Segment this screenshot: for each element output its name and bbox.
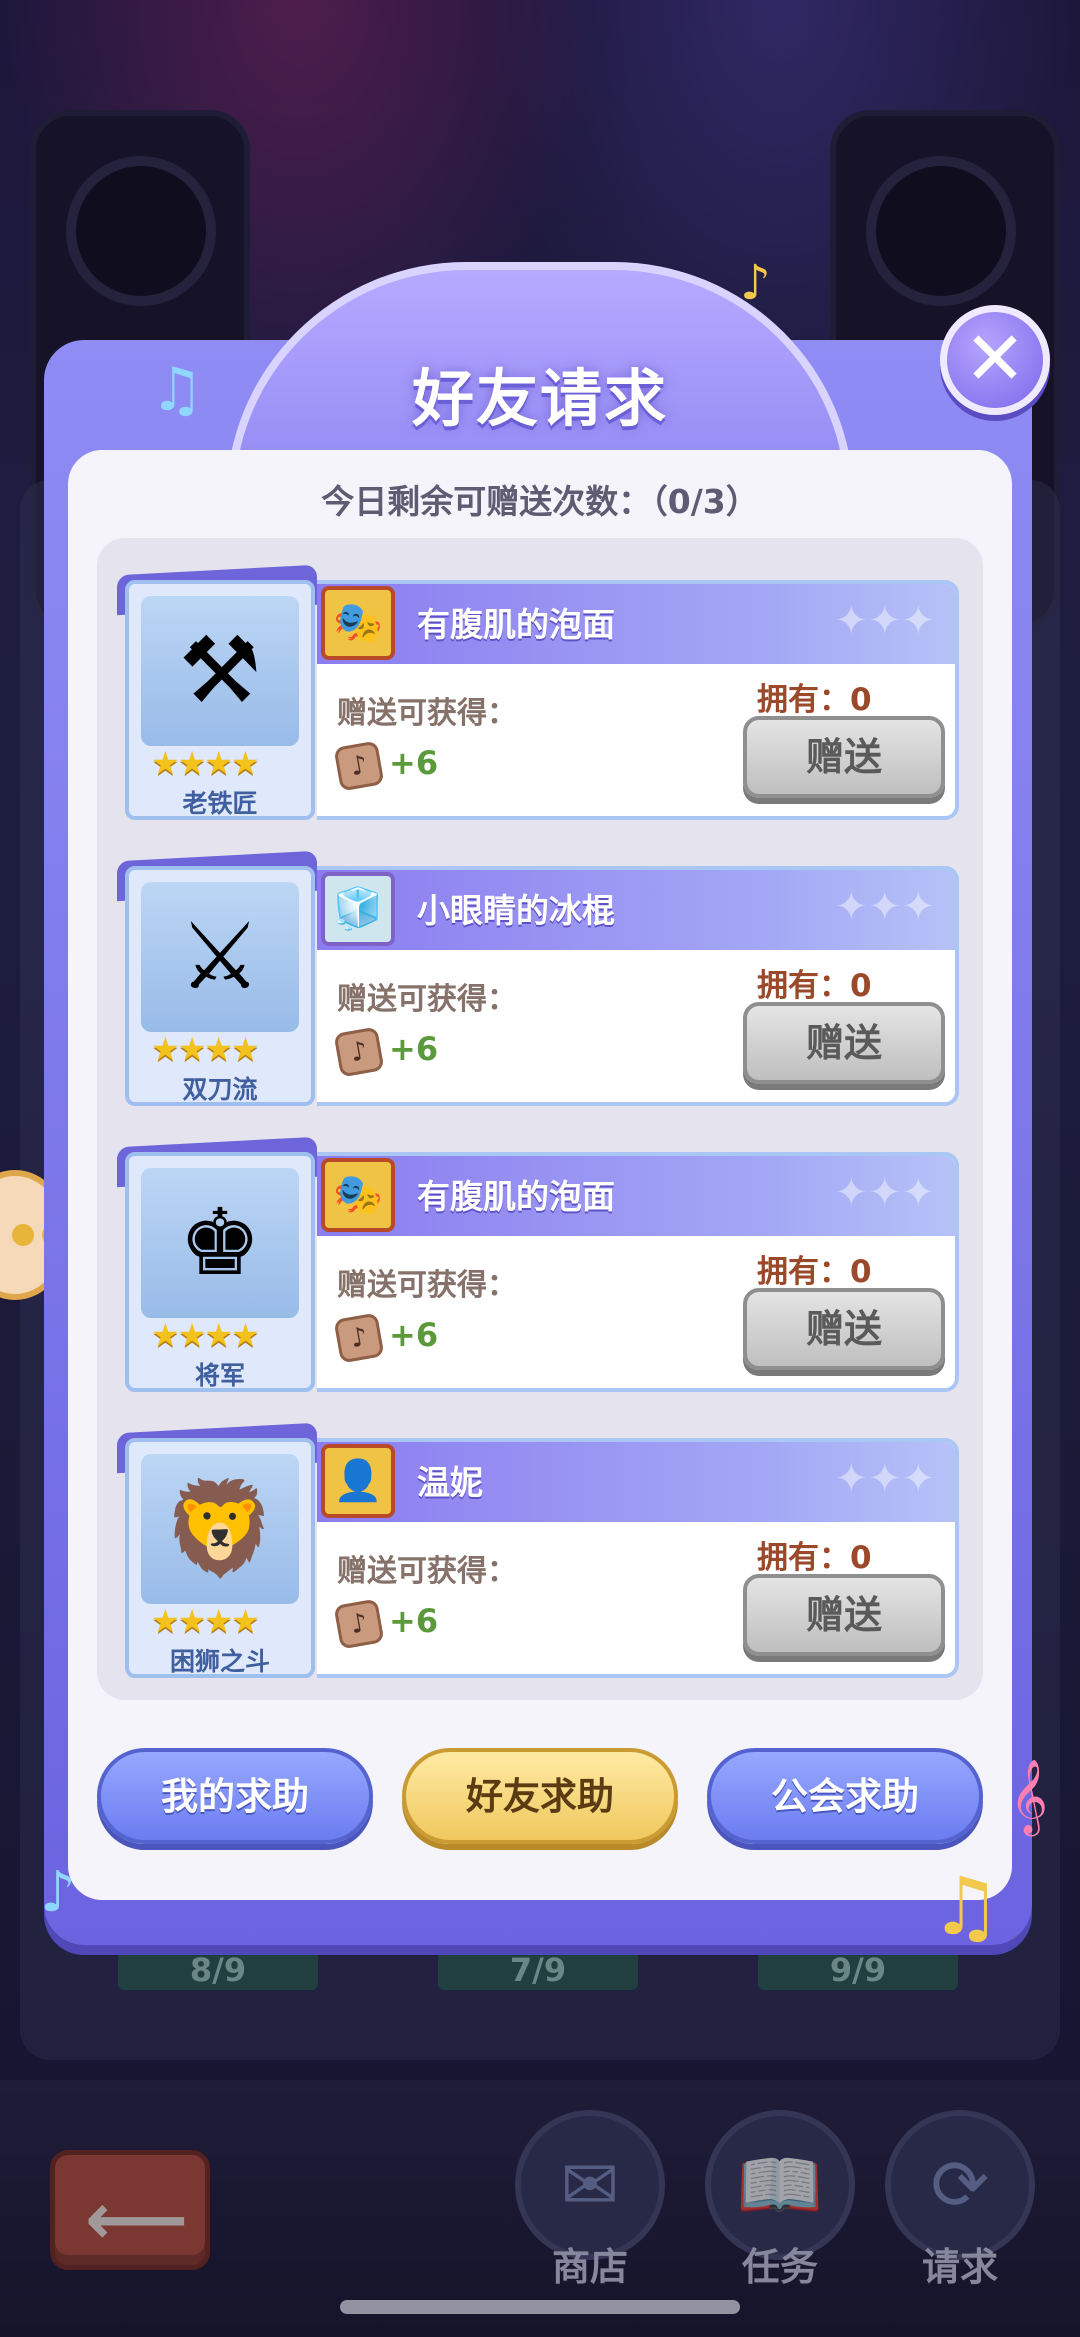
star-rating: ★★★★ bbox=[151, 1316, 260, 1354]
requester-avatar[interactable]: 🎭 bbox=[321, 1158, 395, 1232]
requester-name: 温妮 bbox=[417, 1463, 483, 1502]
close-button[interactable]: ✕ bbox=[940, 305, 1050, 415]
skill-card[interactable]: ⚔ ★★★★ 双刀流 bbox=[125, 866, 315, 1106]
reward-value: +6 bbox=[389, 1316, 439, 1354]
skill-card[interactable]: ⚒ ★★★★ 老铁匠 bbox=[125, 580, 315, 820]
sparkle-icon: ✦✦✦ bbox=[834, 1170, 935, 1216]
gain-label: 赠送可获得： bbox=[337, 982, 517, 1017]
sparkle-icon: ✦✦✦ bbox=[834, 1456, 935, 1502]
reward-value: +6 bbox=[389, 744, 439, 782]
requester-name: 有腹肌的泡面 bbox=[417, 605, 615, 644]
owned-count: 拥有：0 bbox=[757, 682, 872, 718]
give-button[interactable]: 赠送 bbox=[743, 1002, 945, 1084]
music-card-reward-icon: ♪ bbox=[333, 1312, 385, 1364]
request-card: ♚ ★★★★ 将军 🎭 有腹肌的泡面 ✦✦✦ 赠送可获得： ♪ +6 拥有：0 … bbox=[117, 1136, 959, 1392]
request-info: 🧊 小眼睛的冰棍 ✦✦✦ 赠送可获得： ♪ +6 拥有：0 赠送 bbox=[317, 866, 959, 1106]
skill-name: 老铁匠 bbox=[182, 789, 258, 818]
skill-name: 困狮之斗 bbox=[169, 1647, 270, 1676]
star-rating: ★★★★ bbox=[151, 1030, 260, 1068]
request-info: 🎭 有腹肌的泡面 ✦✦✦ 赠送可获得： ♪ +6 拥有：0 赠送 bbox=[317, 580, 959, 820]
skill-name: 将军 bbox=[194, 1361, 245, 1390]
give-button[interactable]: 赠送 bbox=[743, 1574, 945, 1656]
caged-lion-icon: 🦁 bbox=[141, 1454, 299, 1604]
music-note-icon: ♫ bbox=[150, 355, 204, 425]
tab-guild-help[interactable]: 公会求助 bbox=[707, 1748, 983, 1844]
request-list[interactable]: ⚒ ★★★★ 老铁匠 🎭 有腹肌的泡面 ✦✦✦ 赠送可获得： ♪ +6 拥有：0… bbox=[97, 538, 983, 1700]
chess-icon: ♚ bbox=[141, 1168, 299, 1318]
requester-avatar[interactable]: 👤 bbox=[321, 1444, 395, 1518]
owned-count: 拥有：0 bbox=[757, 1540, 872, 1576]
sparkle-icon: ✦✦✦ bbox=[834, 598, 935, 644]
music-note-icon: ♪ bbox=[40, 1860, 76, 1925]
tab-friend-help[interactable]: 好友求助 bbox=[402, 1748, 678, 1844]
skill-card[interactable]: 🦁 ★★★★ 困狮之斗 bbox=[125, 1438, 315, 1678]
music-note-icon: ♫ bbox=[930, 1860, 1002, 1953]
blacksmith-icon: ⚒ bbox=[141, 596, 299, 746]
request-card: 🦁 ★★★★ 困狮之斗 👤 温妮 ✦✦✦ 赠送可获得： ♪ +6 拥有：0 赠送 bbox=[117, 1422, 959, 1678]
skill-card[interactable]: ♚ ★★★★ 将军 bbox=[125, 1152, 315, 1392]
give-button[interactable]: 赠送 bbox=[743, 1288, 945, 1370]
request-info: 👤 温妮 ✦✦✦ 赠送可获得： ♪ +6 拥有：0 赠送 bbox=[317, 1438, 959, 1678]
close-icon: ✕ bbox=[963, 316, 1026, 402]
gain-label: 赠送可获得： bbox=[337, 1554, 517, 1589]
request-card: ⚔ ★★★★ 双刀流 🧊 小眼睛的冰棍 ✦✦✦ 赠送可获得： ♪ +6 拥有：0… bbox=[117, 850, 959, 1106]
requester-avatar[interactable]: 🎭 bbox=[321, 586, 395, 660]
sparkle-icon: ✦✦✦ bbox=[834, 884, 935, 930]
request-card: ⚒ ★★★★ 老铁匠 🎭 有腹肌的泡面 ✦✦✦ 赠送可获得： ♪ +6 拥有：0… bbox=[117, 564, 959, 820]
tab-my-help[interactable]: 我的求助 bbox=[97, 1748, 373, 1844]
quota-text: 今日剩余可赠送次数：（0/3） bbox=[321, 482, 759, 521]
gain-label: 赠送可获得： bbox=[337, 696, 517, 731]
requester-avatar[interactable]: 🧊 bbox=[321, 872, 395, 946]
star-rating: ★★★★ bbox=[151, 1602, 260, 1640]
give-button[interactable]: 赠送 bbox=[743, 716, 945, 798]
music-card-reward-icon: ♪ bbox=[333, 1026, 385, 1078]
requester-name: 有腹肌的泡面 bbox=[417, 1177, 615, 1216]
request-info: 🎭 有腹肌的泡面 ✦✦✦ 赠送可获得： ♪ +6 拥有：0 赠送 bbox=[317, 1152, 959, 1392]
reward-value: +6 bbox=[389, 1602, 439, 1640]
avatar-eye bbox=[12, 1224, 34, 1246]
skill-name: 双刀流 bbox=[182, 1075, 258, 1104]
crossed-swords-icon: ⚔ bbox=[141, 882, 299, 1032]
gain-label: 赠送可获得： bbox=[337, 1268, 517, 1303]
reward-value: +6 bbox=[389, 1030, 439, 1068]
requester-name: 小眼睛的冰棍 bbox=[417, 891, 615, 930]
music-card-reward-icon: ♪ bbox=[333, 740, 385, 792]
owned-count: 拥有：0 bbox=[757, 968, 872, 1004]
star-rating: ★★★★ bbox=[151, 744, 260, 782]
owned-count: 拥有：0 bbox=[757, 1254, 872, 1290]
treble-clef-icon: 𝄞 bbox=[1010, 1760, 1048, 1834]
music-note-icon: ♪ bbox=[740, 255, 771, 311]
music-card-reward-icon: ♪ bbox=[333, 1598, 385, 1650]
